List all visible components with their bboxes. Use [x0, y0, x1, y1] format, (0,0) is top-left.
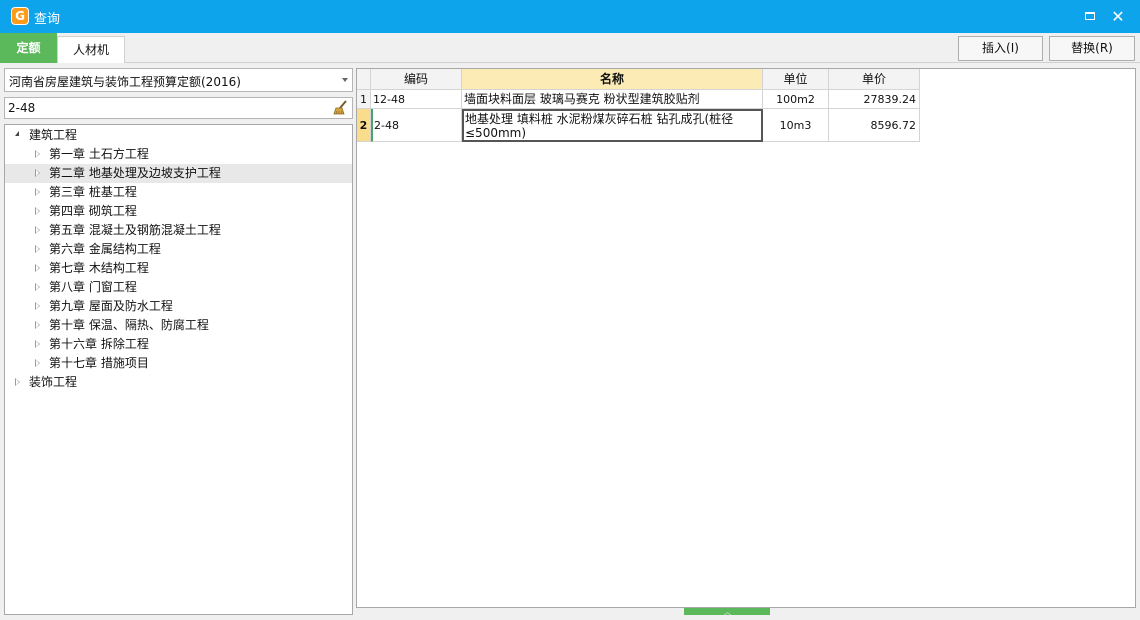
- search-input[interactable]: 2-48: [4, 97, 353, 119]
- tree-node-label: 第十六章 拆除工程: [49, 337, 149, 351]
- row-number-header: [357, 69, 371, 90]
- row-number[interactable]: 1: [357, 90, 371, 109]
- expand-arrow-closed-icon[interactable]: [35, 321, 40, 329]
- replace-button[interactable]: 替换(R): [1049, 36, 1135, 61]
- tree-node-label: 第十七章 措施项目: [49, 356, 149, 370]
- tree-node-label: 装饰工程: [29, 375, 78, 389]
- tree-node-chapter[interactable]: 第一章 土石方工程: [5, 145, 352, 164]
- expand-arrow-closed-icon[interactable]: [35, 207, 40, 215]
- column-header-name[interactable]: 名称: [462, 69, 763, 90]
- chevron-down-icon: [342, 78, 348, 82]
- tab-bar: 定额 人材机 插入(I) 替换(R): [0, 33, 1140, 63]
- broom-icon[interactable]: [332, 100, 348, 116]
- tree-node-chapter[interactable]: 第三章 桩基工程: [5, 183, 352, 202]
- tree-node-category[interactable]: 建筑工程: [5, 126, 352, 145]
- result-table: 编码 名称 单位 单价 1 12-48 墙面块料面层 玻璃马赛克 粉状型建筑胶贴…: [356, 68, 1136, 608]
- title-bar: G 查询 ✕: [0, 0, 1140, 33]
- panel-splitter-handle[interactable]: ︿: [684, 608, 770, 616]
- cell-unit[interactable]: 10m3: [763, 109, 829, 142]
- expand-arrow-closed-icon[interactable]: [35, 169, 40, 177]
- chevron-up-icon: ︿: [724, 608, 731, 616]
- tree-node-label: 第八章 门窗工程: [49, 280, 137, 294]
- cell-name[interactable]: 墙面块料面层 玻璃马赛克 粉状型建筑胶贴剂: [462, 90, 763, 109]
- tree-node-label: 第二章 地基处理及边坡支护工程: [49, 166, 221, 180]
- tree-node-chapter[interactable]: 第十章 保温、隔热、防腐工程: [5, 316, 352, 335]
- tree-node-chapter[interactable]: 第十七章 措施项目: [5, 354, 352, 373]
- tree-node-chapter[interactable]: 第四章 砌筑工程: [5, 202, 352, 221]
- tree-node-category[interactable]: 装饰工程: [5, 373, 352, 392]
- tree-node-chapter[interactable]: 第十六章 拆除工程: [5, 335, 352, 354]
- search-value: 2-48: [8, 101, 36, 115]
- window-title: 查询: [34, 12, 61, 27]
- quota-library-value: 河南省房屋建筑与装饰工程预算定额(2016): [9, 75, 241, 89]
- tree-node-chapter[interactable]: 第二章 地基处理及边坡支护工程: [5, 164, 352, 183]
- glodon-app-icon: G: [11, 7, 29, 25]
- close-button[interactable]: ✕: [1108, 7, 1128, 27]
- column-header-price[interactable]: 单价: [829, 69, 920, 90]
- expand-arrow-closed-icon[interactable]: [35, 340, 40, 348]
- cell-price[interactable]: 8596.72: [829, 109, 920, 142]
- column-header-code[interactable]: 编码: [371, 69, 462, 90]
- quota-library-select[interactable]: 河南省房屋建筑与装饰工程预算定额(2016): [4, 68, 353, 92]
- expand-arrow-open-icon[interactable]: [15, 131, 19, 136]
- expand-arrow-closed-icon[interactable]: [15, 378, 20, 386]
- row-number[interactable]: 2: [357, 109, 371, 142]
- tree-node-label: 第十章 保温、隔热、防腐工程: [49, 318, 209, 332]
- expand-arrow-closed-icon[interactable]: [35, 264, 40, 272]
- tree-node-label: 第三章 桩基工程: [49, 185, 137, 199]
- tree-node-label: 第四章 砌筑工程: [49, 204, 137, 218]
- expand-arrow-closed-icon[interactable]: [35, 226, 40, 234]
- tree-node-chapter[interactable]: 第六章 金属结构工程: [5, 240, 352, 259]
- expand-arrow-closed-icon[interactable]: [35, 150, 40, 158]
- insert-button[interactable]: 插入(I): [958, 36, 1043, 61]
- column-header-unit[interactable]: 单位: [763, 69, 829, 90]
- tree-node-label: 第六章 金属结构工程: [49, 242, 161, 256]
- chapter-tree: 建筑工程第一章 土石方工程第二章 地基处理及边坡支护工程 第三章 桩基工程 第四章 …: [4, 124, 353, 615]
- tree-node-chapter[interactable]: 第七章 木结构工程: [5, 259, 352, 278]
- expand-arrow-closed-icon[interactable]: [35, 283, 40, 291]
- tree-node-label: 第七章 木结构工程: [49, 261, 149, 275]
- tree-node-chapter[interactable]: 第九章 屋面及防水工程: [5, 297, 352, 316]
- cell-code[interactable]: 2-48: [371, 109, 462, 142]
- close-icon: ✕: [1111, 7, 1125, 26]
- expand-arrow-closed-icon[interactable]: [35, 359, 40, 367]
- tree-node-label: 建筑工程: [29, 128, 78, 142]
- expand-arrow-closed-icon[interactable]: [35, 245, 40, 253]
- tree-node-chapter[interactable]: 第八章 门窗工程: [5, 278, 352, 297]
- tab-quota[interactable]: 定额: [0, 33, 57, 63]
- maximize-button[interactable]: [1080, 7, 1100, 27]
- cell-unit[interactable]: 100m2: [763, 90, 829, 109]
- maximize-icon: [1085, 12, 1095, 20]
- tree-node-label: 第九章 屋面及防水工程: [49, 299, 173, 313]
- cell-code[interactable]: 12-48: [371, 90, 462, 109]
- cell-price[interactable]: 27839.24: [829, 90, 920, 109]
- expand-arrow-closed-icon[interactable]: [35, 302, 40, 310]
- tree-node-chapter[interactable]: 第五章 混凝土及钢筋混凝土工程: [5, 221, 352, 240]
- expand-arrow-closed-icon[interactable]: [35, 188, 40, 196]
- tab-materials[interactable]: 人材机: [57, 36, 125, 63]
- cell-name[interactable]: 地基处理 填料桩 水泥粉煤灰碎石桩 钻孔成孔(桩径≤500mm): [462, 109, 763, 142]
- tree-node-label: 第五章 混凝土及钢筋混凝土工程: [49, 223, 221, 237]
- tree-node-label: 第一章 土石方工程: [49, 147, 149, 161]
